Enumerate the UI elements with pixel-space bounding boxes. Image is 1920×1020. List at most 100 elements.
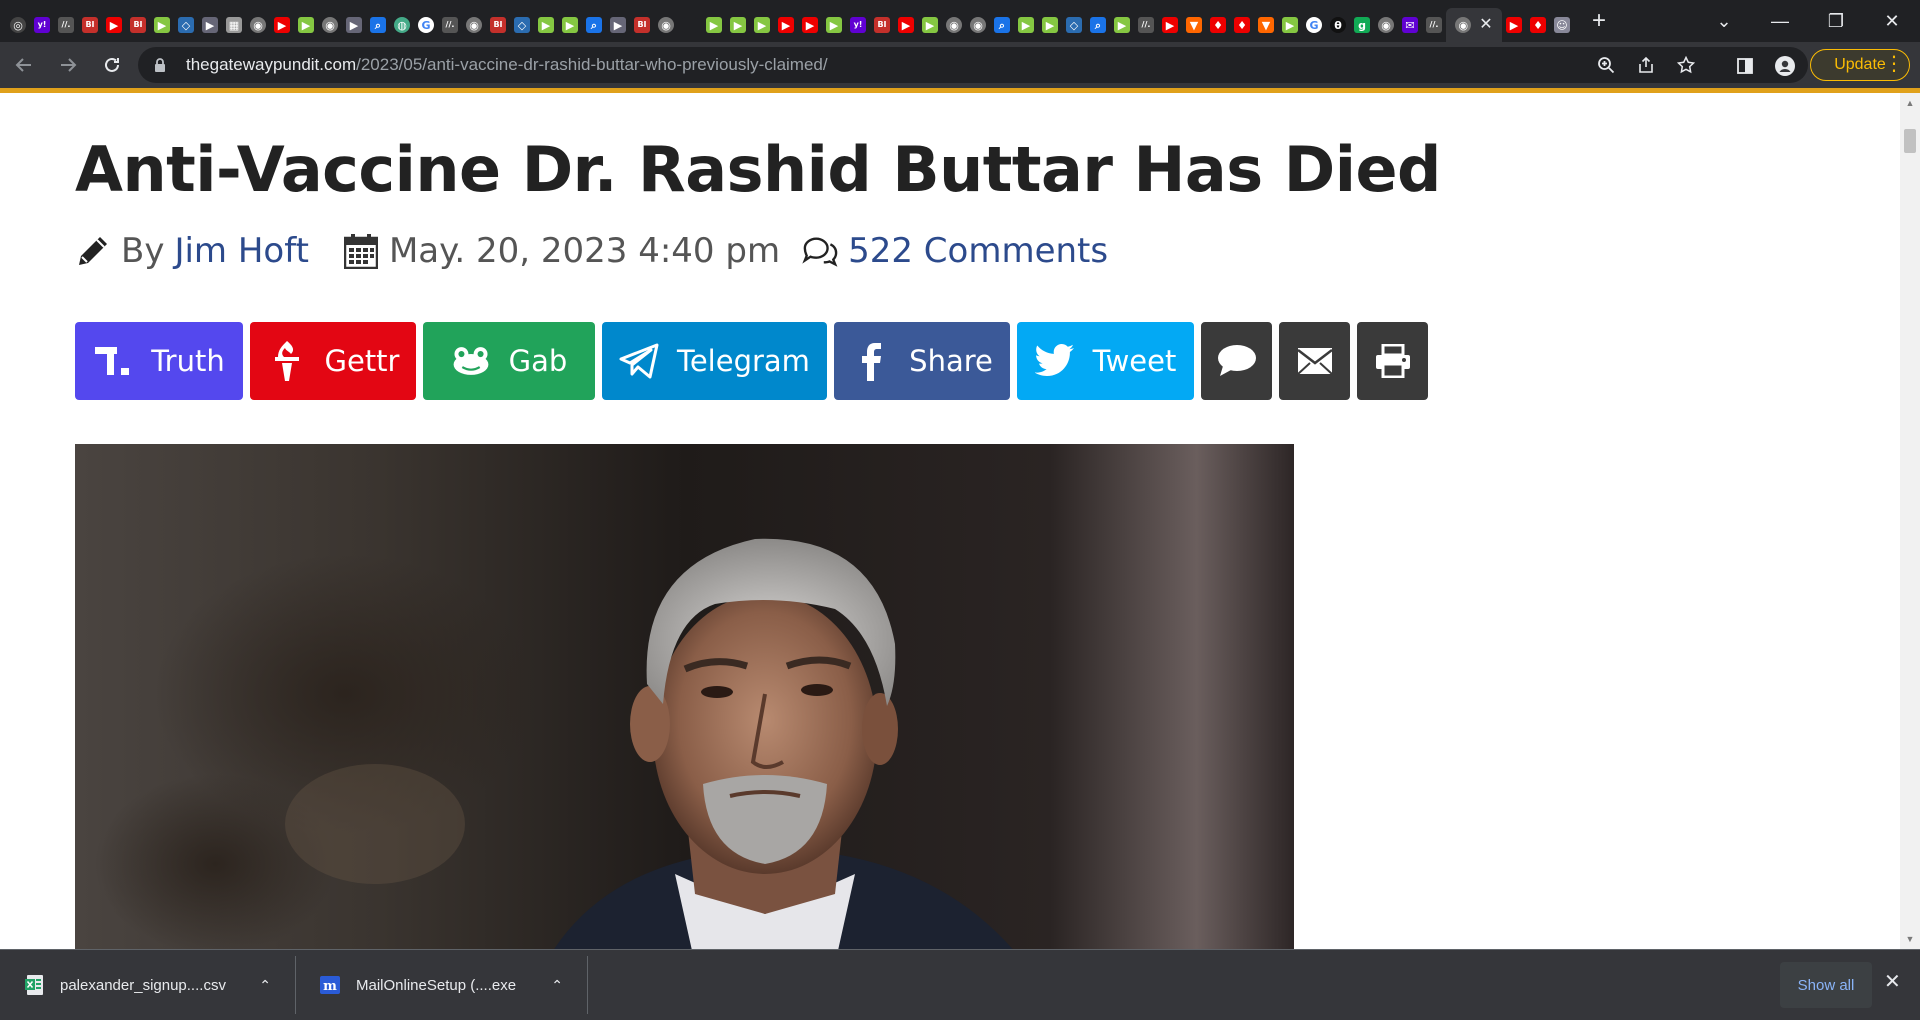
share-truth-button[interactable]: Truth: [75, 322, 243, 400]
browser-tab[interactable]: ◉: [1374, 8, 1398, 42]
browser-tab[interactable]: ▶: [150, 8, 174, 42]
close-window-button[interactable]: ✕: [1864, 0, 1920, 42]
browser-tab[interactable]: ▶: [102, 8, 126, 42]
share-sms-button[interactable]: [1201, 322, 1272, 400]
browser-tab[interactable]: ▶: [1502, 8, 1526, 42]
browser-tab[interactable]: BI: [486, 8, 510, 42]
new-tab-button[interactable]: +: [1592, 9, 1606, 33]
browser-tab[interactable]: ◉: [966, 8, 990, 42]
browser-tab[interactable]: ⌕: [366, 8, 390, 42]
browser-tab[interactable]: ▶: [1038, 8, 1062, 42]
browser-tab[interactable]: BI: [78, 8, 102, 42]
browser-tab[interactable]: ▶: [822, 8, 846, 42]
browser-tab[interactable]: ◉: [942, 8, 966, 42]
browser-tab[interactable]: y!: [846, 8, 870, 42]
browser-tab[interactable]: ⌕: [1086, 8, 1110, 42]
browser-tab[interactable]: ▶: [894, 8, 918, 42]
comments-link[interactable]: 522 Comments: [848, 231, 1108, 271]
scroll-down-arrow-icon[interactable]: ▼: [1904, 933, 1916, 945]
lock-icon[interactable]: [154, 57, 170, 73]
browser-tab[interactable]: g: [1350, 8, 1374, 42]
browser-tab[interactable]: ◉: [246, 8, 270, 42]
browser-tab[interactable]: //.: [438, 8, 462, 42]
print-button[interactable]: [1357, 322, 1428, 400]
browser-tab[interactable]: ▼: [1182, 8, 1206, 42]
share-page-icon[interactable]: [1636, 55, 1656, 75]
browser-tab[interactable]: //.: [54, 8, 78, 42]
tab-search-dropdown-icon[interactable]: ⌄: [1696, 0, 1752, 42]
browser-tab[interactable]: ◎: [6, 8, 30, 42]
share-email-button[interactable]: [1279, 322, 1350, 400]
browser-tab[interactable]: ▶: [726, 8, 750, 42]
author-link[interactable]: Jim Hoft: [174, 231, 308, 271]
browser-tab[interactable]: ⌕: [582, 8, 606, 42]
download-item[interactable]: m MailOnlineSetup (....exe ⌃: [296, 956, 588, 1014]
browser-tab[interactable]: ✉: [1398, 8, 1422, 42]
browser-tab[interactable]: ◉: [654, 8, 678, 42]
browser-tab[interactable]: θ: [1326, 8, 1350, 42]
browser-tab[interactable]: BI: [630, 8, 654, 42]
browser-tab[interactable]: ▼: [1254, 8, 1278, 42]
page-scrollbar[interactable]: ▲ ▼: [1900, 93, 1920, 949]
browser-tab[interactable]: ▶: [606, 8, 630, 42]
scrollbar-thumb[interactable]: [1904, 129, 1916, 153]
share-gab-button[interactable]: Gab: [423, 322, 595, 400]
download-options-icon[interactable]: ⌃: [259, 977, 271, 994]
close-download-shelf-icon[interactable]: ✕: [1884, 972, 1901, 992]
browser-tab[interactable]: ▶: [918, 8, 942, 42]
zoom-icon[interactable]: [1596, 55, 1616, 75]
browser-tab[interactable]: ▶: [534, 8, 558, 42]
download-options-icon[interactable]: ⌃: [551, 977, 563, 994]
download-item[interactable]: palexander_signup....csv ⌃: [0, 956, 296, 1014]
tab-close-icon[interactable]: ✕: [1479, 17, 1492, 33]
browser-tab[interactable]: BI: [870, 8, 894, 42]
browser-tab[interactable]: ▶: [1158, 8, 1182, 42]
browser-tab[interactable]: ▶: [702, 8, 726, 42]
browser-tab[interactable]: ▶: [774, 8, 798, 42]
show-all-downloads-button[interactable]: Show all: [1780, 962, 1872, 1008]
browser-tab[interactable]: ▶: [558, 8, 582, 42]
browser-tab[interactable]: ▶: [1110, 8, 1134, 42]
browser-tab[interactable]: ◍: [390, 8, 414, 42]
browser-tab[interactable]: ☺: [1550, 8, 1574, 42]
browser-tab[interactable]: BI: [126, 8, 150, 42]
browser-tab[interactable]: ▶: [270, 8, 294, 42]
browser-tab[interactable]: //.: [1134, 8, 1158, 42]
browser-tab[interactable]: ▦: [222, 8, 246, 42]
browser-tab[interactable]: ◉: [318, 8, 342, 42]
active-tab[interactable]: ◉ ✕: [1446, 8, 1502, 42]
share-gettr-button[interactable]: Gettr: [250, 322, 416, 400]
profile-avatar-icon[interactable]: [1773, 54, 1797, 78]
browser-tab[interactable]: [678, 8, 702, 42]
url-text[interactable]: thegatewaypundit.com/2023/05/anti-vaccin…: [186, 55, 828, 75]
browser-tab[interactable]: ▶: [342, 8, 366, 42]
restore-button[interactable]: ❐: [1808, 0, 1864, 42]
browser-tab[interactable]: ◇: [174, 8, 198, 42]
browser-tab[interactable]: ▶: [798, 8, 822, 42]
share-twitter-button[interactable]: Tweet: [1017, 322, 1194, 400]
browser-tab[interactable]: ♦: [1230, 8, 1254, 42]
address-bar[interactable]: thegatewaypundit.com/2023/05/anti-vaccin…: [138, 47, 1808, 83]
browser-tab[interactable]: ⌕: [990, 8, 1014, 42]
browser-tab[interactable]: y!: [30, 8, 54, 42]
side-panel-icon[interactable]: [1733, 54, 1757, 78]
share-telegram-button[interactable]: Telegram: [602, 322, 827, 400]
browser-tab[interactable]: ♦: [1526, 8, 1550, 42]
share-facebook-button[interactable]: Share: [834, 322, 1010, 400]
reload-button[interactable]: [92, 45, 132, 85]
browser-tab[interactable]: ▶: [1014, 8, 1038, 42]
scroll-up-arrow-icon[interactable]: ▲: [1904, 97, 1916, 109]
back-button[interactable]: [4, 45, 44, 85]
browser-tab[interactable]: ▶: [294, 8, 318, 42]
browser-tab[interactable]: ▶: [1278, 8, 1302, 42]
browser-tab[interactable]: ◉: [462, 8, 486, 42]
bookmark-star-icon[interactable]: [1676, 55, 1696, 75]
browser-tab[interactable]: ▶: [750, 8, 774, 42]
browser-tab[interactable]: ◇: [1062, 8, 1086, 42]
browser-tab[interactable]: //.: [1422, 8, 1446, 42]
browser-tab[interactable]: G: [414, 8, 438, 42]
browser-tab[interactable]: G: [1302, 8, 1326, 42]
browser-tab[interactable]: ◇: [510, 8, 534, 42]
browser-menu-icon[interactable]: ⋮: [1880, 51, 1908, 76]
minimize-button[interactable]: —: [1752, 0, 1808, 42]
